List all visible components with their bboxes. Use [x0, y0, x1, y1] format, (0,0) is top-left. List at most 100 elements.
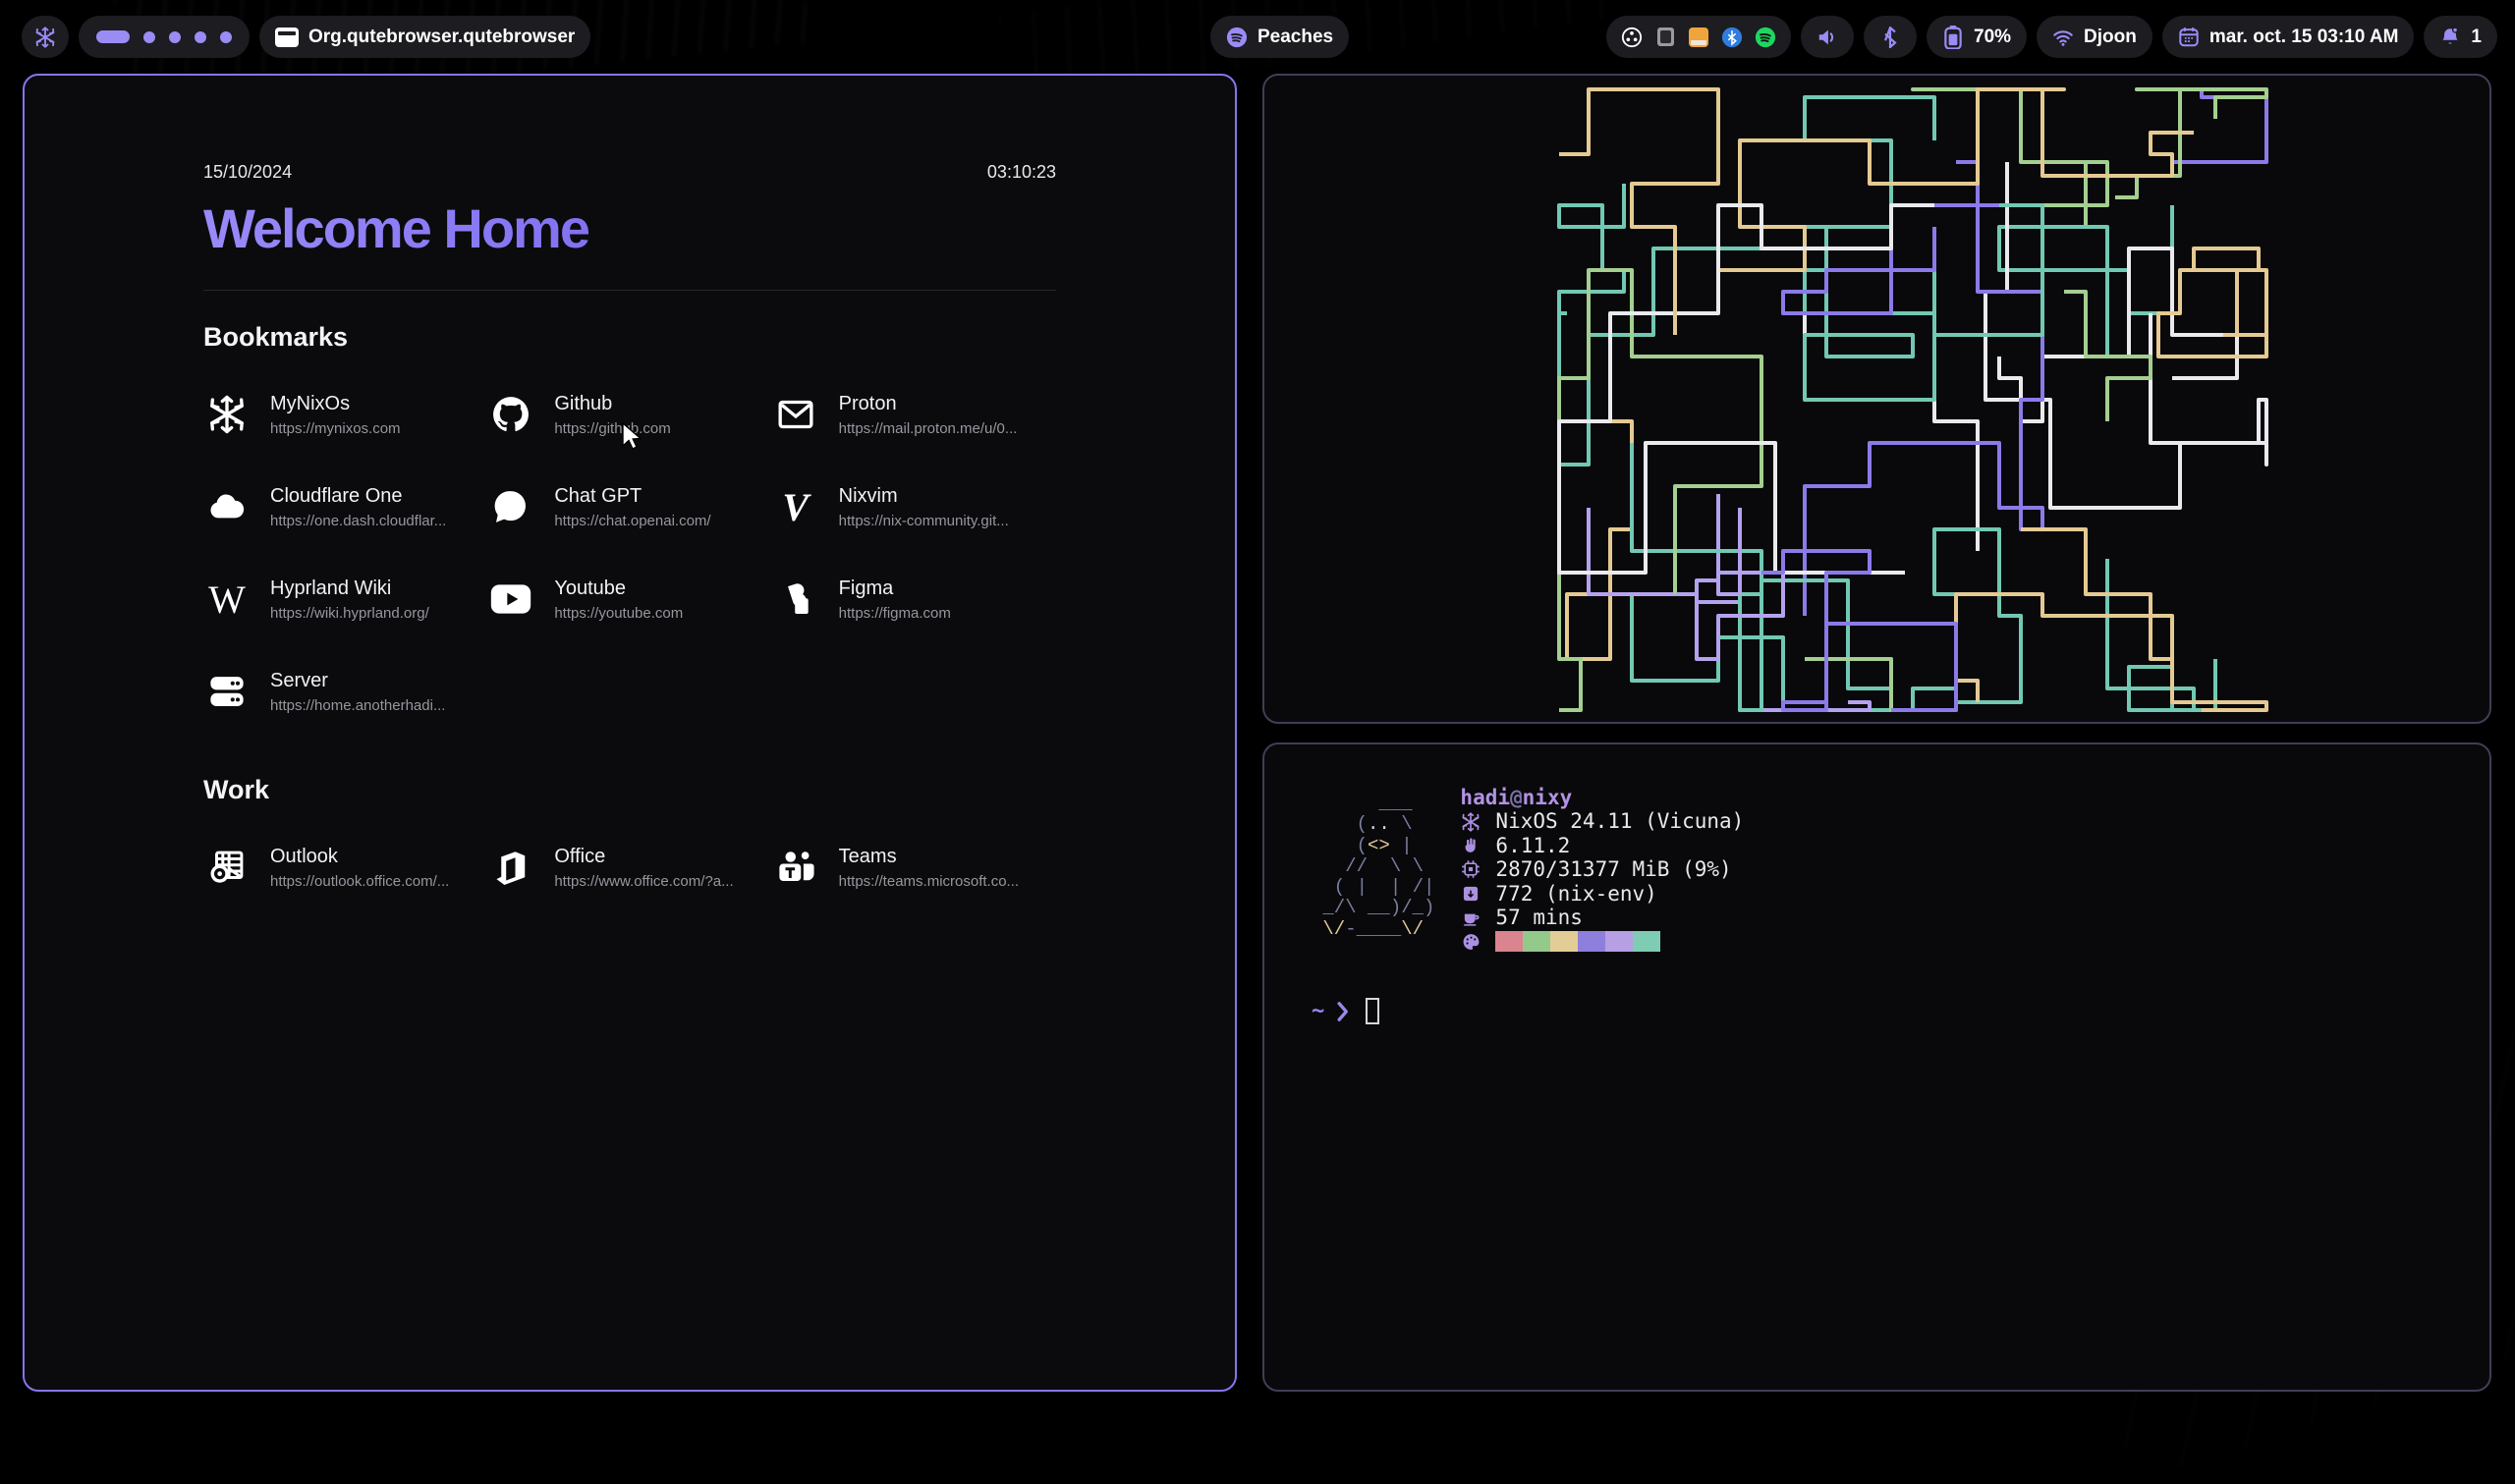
- chat-icon: [487, 483, 534, 530]
- bookmark-name: Chat GPT: [554, 485, 710, 508]
- mouse-cursor: [621, 422, 646, 452]
- bookmark-youtube[interactable]: Youtube https://youtube.com: [487, 553, 771, 645]
- workspace-2[interactable]: [143, 31, 155, 43]
- bookmark-figma[interactable]: Figma https://figma.com: [772, 553, 1056, 645]
- palette-swatch: [1550, 931, 1578, 952]
- nixos-launcher-button[interactable]: [22, 16, 69, 58]
- startpage-date: 15/10/2024: [203, 162, 292, 183]
- bookmark-url: https://github.com: [554, 420, 670, 437]
- terminal-palette-row: [1460, 931, 1744, 952]
- bookmark-url: https://home.anotherhadi...: [270, 697, 445, 714]
- bookmark-name: Github: [554, 393, 670, 415]
- page-title: Welcome Home: [203, 196, 588, 260]
- section-heading: Bookmarks: [203, 322, 1056, 353]
- qutebrowser-window: 15/10/2024 03:10:23 Welcome Home Bookmar…: [23, 74, 1237, 1392]
- bookmark-outlook[interactable]: Outlook https://outlook.office.com/...: [203, 821, 487, 913]
- bookmark-cloudflare-one[interactable]: Cloudflare One https://one.dash.cloudfla…: [203, 461, 487, 553]
- fetch-value: 6.11.2: [1495, 834, 1570, 857]
- figma-icon: [772, 576, 819, 623]
- clock-widget[interactable]: mar. oct. 15 03:10 AM: [2162, 16, 2415, 58]
- bluetooth-blue-tray-icon[interactable]: [1721, 27, 1743, 48]
- palette-icon: [1460, 932, 1481, 952]
- fastfetch-output: ___ (.. \ (<> | // \ \ ( | | /| _/\ __)/…: [1312, 786, 1744, 952]
- clock-label: mar. oct. 15 03:10 AM: [2209, 27, 2399, 48]
- bookmark-url: https://mail.proton.me/u/0...: [839, 420, 1018, 437]
- bookmark-office[interactable]: Office https://www.office.com/?a...: [487, 821, 771, 913]
- media-player-widget[interactable]: Peaches: [1210, 16, 1349, 58]
- uptime-cup-icon: [1460, 907, 1481, 927]
- palette-swatch: [1578, 931, 1605, 952]
- bookmark-url: https://outlook.office.com/...: [270, 873, 449, 890]
- spotify-green-tray-icon[interactable]: [1755, 27, 1776, 48]
- bookmark-name: Youtube: [554, 577, 683, 600]
- nixos-logo-icon: [34, 27, 56, 48]
- bookmark-chat-gpt[interactable]: Chat GPT https://chat.openai.com/: [487, 461, 771, 553]
- nixvim-v-icon: V: [772, 483, 819, 530]
- bookmark-name: Server: [270, 670, 445, 692]
- obs-tray-icon[interactable]: [1621, 27, 1643, 48]
- bookmark-name: Nixvim: [839, 485, 1009, 508]
- nix-purple-icon: [1460, 812, 1481, 832]
- spotify-icon: [1226, 27, 1248, 48]
- bookmark-name: Office: [554, 846, 733, 868]
- speaker-icon: [1816, 27, 1838, 48]
- bookmark-teams[interactable]: Teams https://teams.microsoft.co...: [772, 821, 1056, 913]
- palette-swatch: [1633, 931, 1660, 952]
- bookmark-nixvim[interactable]: V Nixvim https://nix-community.git...: [772, 461, 1056, 553]
- bookmark-hyprland-wiki[interactable]: W Hyprland Wiki https://wiki.hyprland.or…: [203, 553, 487, 645]
- bookmark-mynixos[interactable]: MyNixOs https://mynixos.com: [203, 368, 487, 461]
- server-icon: [203, 668, 251, 715]
- graybox-tray-icon[interactable]: [1654, 27, 1676, 48]
- bookmark-url: https://mynixos.com: [270, 420, 401, 437]
- bookmark-url: https://chat.openai.com/: [554, 513, 710, 529]
- cloud-icon: [203, 483, 251, 530]
- prompt-cwd: ~: [1312, 999, 1324, 1023]
- network-widget[interactable]: Djoon: [2037, 16, 2152, 58]
- bookmark-url: https://www.office.com/?a...: [554, 873, 733, 890]
- bookmark-url: https://wiki.hyprland.org/: [270, 605, 429, 622]
- workspaces-widget[interactable]: [79, 16, 250, 58]
- fetch-value: NixOS 24.11 (Vicuna): [1495, 809, 1744, 833]
- shell-prompt[interactable]: ~: [1312, 998, 1379, 1024]
- fetch-row-uptime-cup: 57 mins: [1460, 906, 1744, 929]
- system-tray: [1606, 16, 1791, 58]
- prompt-chevron-icon: [1336, 1001, 1350, 1022]
- bluetooth-widget[interactable]: [1864, 16, 1917, 58]
- battery-widget[interactable]: 70%: [1927, 16, 2027, 58]
- workspace-4[interactable]: [195, 31, 206, 43]
- fetch-value: 772 (nix-env): [1495, 882, 1656, 906]
- workspace-3[interactable]: [169, 31, 181, 43]
- workspace-5[interactable]: [220, 31, 232, 43]
- bookmark-name: Figma: [839, 577, 951, 600]
- window-title: Org.qutebrowser.qutebrowser: [308, 27, 575, 48]
- bookmark-url: https://figma.com: [839, 605, 951, 622]
- teams-icon: [772, 844, 819, 891]
- bookmark-name: MyNixOs: [270, 393, 401, 415]
- active-window-title-pill: Org.qutebrowser.qutebrowser: [259, 16, 590, 58]
- nixos-white-icon: [203, 391, 251, 438]
- bookmark-proton[interactable]: Proton https://mail.proton.me/u/0...: [772, 368, 1056, 461]
- battery-percent: 70%: [1974, 27, 2011, 48]
- fastfetch-terminal-window[interactable]: ___ (.. \ (<> | // \ \ ( | | /| _/\ __)/…: [1262, 742, 2491, 1392]
- window-icon: [275, 27, 299, 47]
- fetch-row-kernel-hand: 6.11.2: [1460, 834, 1744, 857]
- palette-swatch: [1605, 931, 1633, 952]
- kernel-hand-icon: [1460, 836, 1481, 855]
- pipes-terminal-window: [1262, 74, 2491, 724]
- volume-widget[interactable]: [1801, 16, 1854, 58]
- bookmark-name: Hyprland Wiki: [270, 577, 429, 600]
- tux-ascii-art: ___ (.. \ (<> | // \ \ ( | | /| _/\ __)/…: [1312, 794, 1434, 952]
- startpage-time: 03:10:23: [987, 162, 1056, 183]
- wikipedia-w-icon: W: [203, 576, 251, 623]
- notifications-widget[interactable]: 1: [2424, 16, 2497, 58]
- workspace-1-active[interactable]: [96, 30, 130, 43]
- fetch-value: 57 mins: [1495, 906, 1583, 929]
- bookmark-server[interactable]: Server https://home.anotherhadi...: [203, 645, 487, 738]
- github-icon: [487, 391, 534, 438]
- bookmark-name: Proton: [839, 393, 1018, 415]
- wifi-ssid: Djoon: [2084, 27, 2137, 48]
- bookmark-name: Cloudflare One: [270, 485, 446, 508]
- section-heading: Work: [203, 775, 1056, 805]
- user-host-line: hadi@nixy: [1460, 786, 1744, 809]
- orange-tray-icon[interactable]: [1688, 27, 1709, 48]
